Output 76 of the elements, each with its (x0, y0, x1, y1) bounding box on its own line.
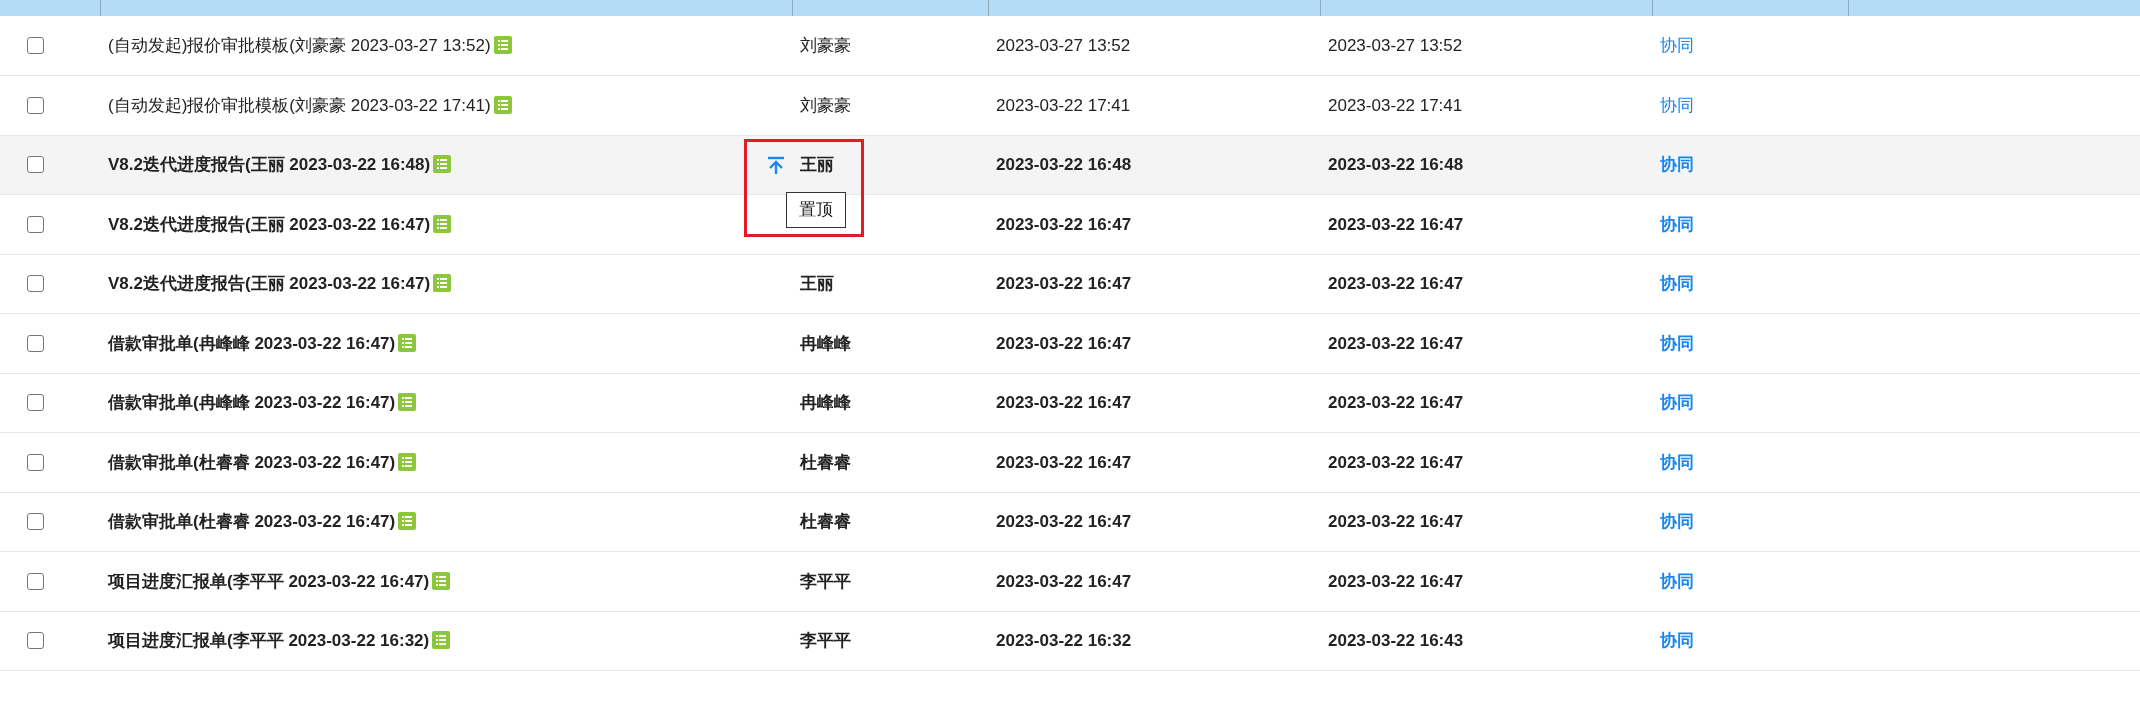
table-cell: 2023-03-22 16:48 (1320, 135, 1652, 195)
row-checkbox[interactable] (27, 37, 44, 54)
document-icon[interactable] (493, 35, 512, 54)
table-cell: 2023-03-22 16:48 (988, 135, 1320, 195)
pin-to-top-icon[interactable] (766, 154, 786, 175)
table-cell: 2023-03-27 13:52 (1320, 16, 1652, 76)
sender-name: 王丽 (800, 273, 834, 295)
message-title[interactable]: (自动发起)报价审批模板(刘豪豪 2023-03-27 13:52) (108, 32, 491, 59)
document-icon[interactable] (432, 571, 451, 590)
message-title[interactable]: 项目进度汇报单(李平平 2023-03-22 16:47) (108, 568, 430, 594)
type-link[interactable]: 协同 (1660, 95, 1694, 115)
table-cell: 2023-03-27 13:52 (988, 16, 1320, 76)
sender-name: 刘豪豪 (800, 34, 851, 57)
row-checkbox[interactable] (27, 394, 44, 412)
table-cell: 2023-03-22 16:47 (988, 254, 1320, 314)
type-link[interactable]: 协同 (1660, 452, 1694, 472)
sender-name: 杜睿睿 (800, 451, 851, 474)
table-cell: 2023-03-22 17:41 (1320, 75, 1652, 135)
sender-name: 刘豪豪 (800, 94, 851, 117)
table-cell: 2023-03-22 16:47 (1320, 432, 1652, 492)
table-cell: 2023-03-22 16:47 (1320, 373, 1652, 433)
table-cell: 2023-03-22 16:47 (1320, 254, 1652, 314)
table-cell: 2023-03-22 16:47 (988, 492, 1320, 552)
table-cell: 2023-03-22 16:47 (1320, 492, 1652, 552)
row-checkbox[interactable] (27, 215, 44, 233)
type-link[interactable]: 协同 (1660, 571, 1694, 591)
row-checkbox[interactable] (27, 156, 44, 174)
message-title[interactable]: 项目进度汇报单(李平平 2023-03-22 16:32) (108, 628, 430, 654)
sender-name: 李平平 (800, 630, 851, 652)
document-icon[interactable] (398, 512, 417, 530)
type-link[interactable]: 协同 (1660, 35, 1694, 55)
message-title[interactable]: V8.2迭代进度报告(王丽 2023-03-22 16:47) (108, 211, 431, 237)
table-cell: 2023-03-22 16:47 (988, 194, 1320, 254)
row-checkbox[interactable] (27, 572, 44, 590)
sender-name: 杜睿睿 (800, 511, 851, 533)
document-icon[interactable] (432, 631, 451, 649)
message-title[interactable]: (自动发起)报价审批模板(刘豪豪 2023-03-22 17:41) (108, 92, 491, 118)
type-link[interactable]: 协同 (1660, 214, 1694, 234)
type-link[interactable]: 协同 (1660, 274, 1694, 293)
table-cell: 2023-03-22 16:47 (988, 432, 1320, 492)
table-cell: 2023-03-22 16:47 (1320, 313, 1652, 373)
row-checkbox[interactable] (27, 513, 44, 531)
row-checkbox[interactable] (27, 275, 44, 293)
type-link[interactable]: 协同 (1660, 512, 1694, 531)
sender-name: 李平平 (800, 570, 851, 593)
type-link[interactable]: 协同 (1660, 333, 1694, 353)
row-checkbox[interactable] (27, 334, 44, 352)
sender-name: 冉峰峰 (800, 392, 851, 414)
document-icon[interactable] (493, 95, 512, 114)
sender-name: 冉峰峰 (800, 332, 851, 355)
document-icon[interactable] (433, 274, 452, 292)
document-icon[interactable] (398, 333, 417, 352)
table-cell: 2023-03-22 16:47 (1320, 551, 1652, 611)
message-title[interactable]: 借款审批单(冉峰峰 2023-03-22 16:47) (108, 390, 396, 416)
table-cell: 2023-03-22 16:47 (988, 551, 1320, 611)
message-title[interactable]: 借款审批单(冉峰峰 2023-03-22 16:47) (108, 330, 396, 356)
table-cell: 2023-03-22 16:32 (988, 611, 1320, 671)
type-link[interactable]: 协同 (1660, 393, 1694, 412)
table-cell: 2023-03-22 16:47 (988, 373, 1320, 433)
table-cell: 2023-03-22 16:43 (1320, 611, 1652, 671)
document-icon[interactable] (433, 214, 452, 233)
document-icon[interactable] (433, 155, 452, 173)
table-cell: 2023-03-22 16:47 (1320, 194, 1652, 254)
row-checkbox[interactable] (27, 453, 44, 471)
type-link[interactable]: 协同 (1660, 631, 1694, 650)
message-title[interactable]: 借款审批单(杜睿睿 2023-03-22 16:47) (108, 509, 396, 535)
tooltip: 置顶 (786, 191, 846, 228)
sender-name: 王丽 (800, 154, 834, 176)
document-icon[interactable] (398, 393, 417, 411)
table-cell: 2023-03-22 16:47 (988, 313, 1320, 373)
row-checkbox[interactable] (27, 632, 44, 650)
message-title[interactable]: 借款审批单(杜睿睿 2023-03-22 16:47) (108, 449, 396, 475)
message-title[interactable]: V8.2迭代进度报告(王丽 2023-03-22 16:47) (108, 271, 431, 297)
table-cell: 2023-03-22 17:41 (988, 75, 1320, 135)
document-icon[interactable] (398, 452, 417, 471)
row-checkbox[interactable] (27, 96, 44, 114)
